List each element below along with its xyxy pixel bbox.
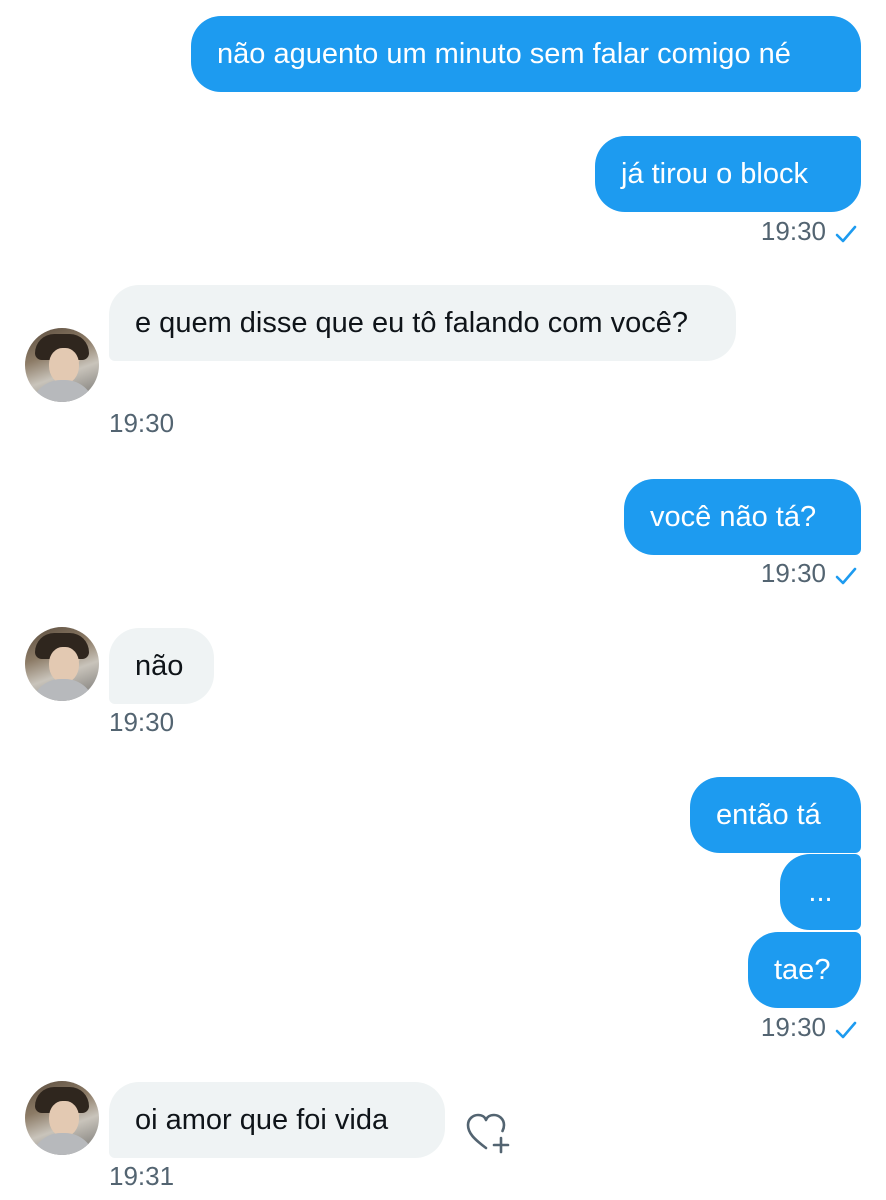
message-bubble-outgoing[interactable]: não aguento um minuto sem falar comigo n… [191,16,861,92]
message-timestamp: 19:30 [760,216,826,246]
avatar-shirt [31,380,95,402]
avatar-shirt [31,1133,95,1155]
message-bubble-outgoing[interactable]: já tirou o block [595,136,861,212]
avatar[interactable] [25,1081,99,1155]
check-icon [835,225,857,243]
check-icon [835,567,857,585]
message-bubble-outgoing[interactable]: então tá [690,777,861,853]
message-bubble-incoming[interactable]: não [109,628,214,704]
heart-plus-icon[interactable] [464,1110,512,1154]
avatar-face [49,348,79,384]
message-bubble-outgoing[interactable]: ... [780,854,861,930]
message-bubble-incoming[interactable]: e quem disse que eu tô falando com você? [109,285,736,361]
avatar-face [49,1101,79,1137]
check-icon [835,1021,857,1039]
avatar-shirt [31,679,95,701]
avatar-face [49,647,79,683]
message-bubble-outgoing[interactable]: tae? [748,932,861,1008]
message-timestamp: 19:30 [109,707,175,737]
message-timestamp: 19:30 [760,558,826,588]
message-bubble-outgoing[interactable]: você não tá? [624,479,861,555]
message-timestamp: 19:30 [760,1012,826,1042]
message-timestamp: 19:31 [109,1161,175,1191]
message-bubble-incoming[interactable]: oi amor que foi vida [109,1082,445,1158]
avatar[interactable] [25,328,99,402]
avatar[interactable] [25,627,99,701]
message-timestamp: 19:30 [109,408,175,438]
